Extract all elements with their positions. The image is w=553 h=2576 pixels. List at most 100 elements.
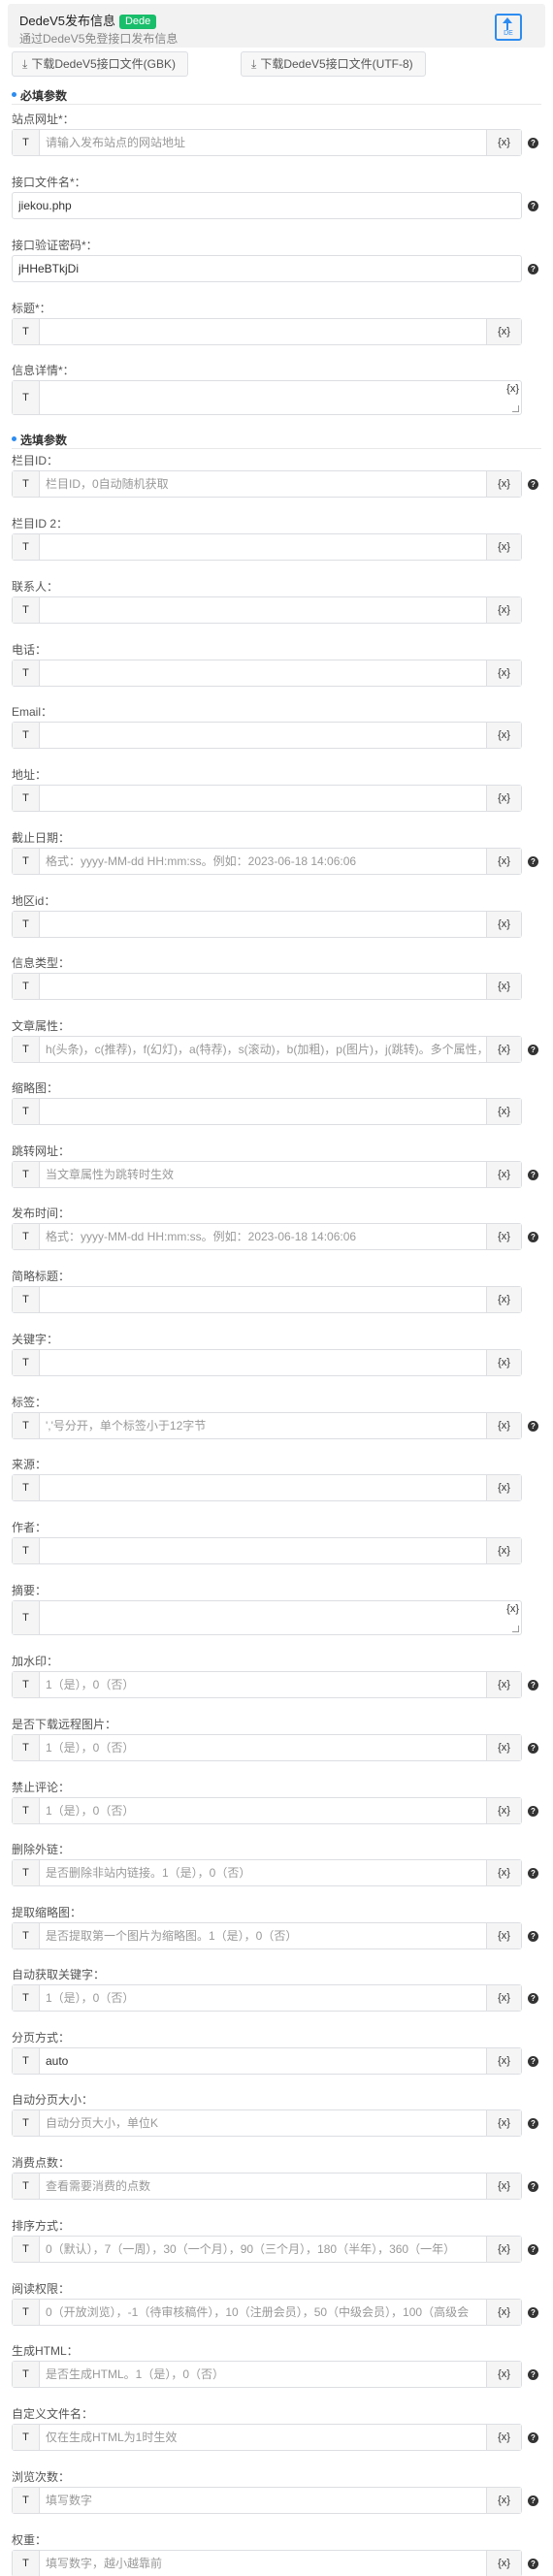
- variable-insert-button[interactable]: {x}: [506, 383, 519, 395]
- resize-handle-icon[interactable]: [512, 1626, 519, 1632]
- text-input[interactable]: T 1（是），0（否） {x}: [12, 1984, 522, 2012]
- textarea-input[interactable]: T {x}: [12, 1600, 522, 1635]
- help-icon[interactable]: ?: [528, 2369, 538, 2380]
- variable-insert-button[interactable]: {x}: [486, 1985, 521, 2011]
- help-icon[interactable]: ?: [528, 856, 538, 867]
- help-icon[interactable]: ?: [528, 201, 538, 211]
- text-input[interactable]: T {x}: [12, 1286, 522, 1313]
- text-input[interactable]: T 1（是），0（否） {x}: [12, 1797, 522, 1824]
- variable-insert-button[interactable]: {x}: [486, 1224, 521, 1249]
- variable-insert-button[interactable]: {x}: [486, 660, 521, 686]
- variable-insert-button[interactable]: {x}: [486, 1037, 521, 1062]
- text-input[interactable]: T {x}: [12, 1349, 522, 1376]
- variable-insert-button[interactable]: {x}: [486, 2300, 521, 2325]
- variable-insert-button[interactable]: {x}: [486, 2362, 521, 2387]
- help-icon[interactable]: ?: [528, 1045, 538, 1055]
- text-input[interactable]: T {x}: [12, 1537, 522, 1564]
- text-input[interactable]: jiekou.php: [12, 192, 522, 219]
- text-input[interactable]: T 1（是），0（否） {x}: [12, 1734, 522, 1761]
- help-icon[interactable]: ?: [528, 1868, 538, 1879]
- help-icon[interactable]: ?: [528, 479, 538, 490]
- variable-insert-button[interactable]: {x}: [486, 2174, 521, 2199]
- text-input[interactable]: T {x}: [12, 785, 522, 812]
- help-icon[interactable]: ?: [528, 1232, 538, 1242]
- text-input[interactable]: T 格式：yyyy-MM-dd HH:mm:ss。例如：2023-06-18 14…: [12, 848, 522, 875]
- text-input[interactable]: T 填写数字 {x}: [12, 2487, 522, 2514]
- help-icon[interactable]: ?: [528, 2432, 538, 2443]
- variable-insert-button[interactable]: {x}: [486, 1923, 521, 1948]
- download-utf8-button[interactable]: ⤓ 下载DedeV5接口文件(UTF-8): [241, 51, 426, 77]
- variable-insert-button[interactable]: {x}: [486, 2488, 521, 2513]
- text-input[interactable]: T 是否删除非站内链接。1（是），0（否） {x}: [12, 1859, 522, 1886]
- variable-insert-button[interactable]: {x}: [486, 1538, 521, 1563]
- help-icon[interactable]: ?: [528, 2244, 538, 2255]
- help-icon[interactable]: ?: [528, 2118, 538, 2129]
- variable-insert-button[interactable]: {x}: [486, 1798, 521, 1823]
- variable-insert-button[interactable]: {x}: [486, 2110, 521, 2136]
- variable-insert-button[interactable]: {x}: [486, 2425, 521, 2450]
- help-icon[interactable]: ?: [528, 2056, 538, 2067]
- help-icon[interactable]: ?: [528, 1170, 538, 1180]
- text-input[interactable]: T 栏目ID，0自动随机获取 {x}: [12, 470, 522, 498]
- help-icon[interactable]: ?: [528, 1743, 538, 1754]
- download-gbk-button[interactable]: ⤓ 下载DedeV5接口文件(GBK): [12, 51, 189, 77]
- text-input[interactable]: T 自动分页大小，单位K {x}: [12, 2109, 522, 2137]
- variable-insert-button[interactable]: {x}: [486, 2551, 521, 2576]
- text-input[interactable]: T {x}: [12, 722, 522, 749]
- help-icon[interactable]: ?: [528, 1931, 538, 1942]
- variable-insert-button[interactable]: {x}: [486, 1162, 521, 1187]
- text-input[interactable]: T ','号分开，单个标签小于12字节 {x}: [12, 1412, 522, 1439]
- help-icon[interactable]: ?: [528, 1421, 538, 1432]
- variable-insert-button[interactable]: {x}: [486, 1475, 521, 1500]
- help-icon[interactable]: ?: [528, 264, 538, 274]
- help-icon[interactable]: ?: [528, 138, 538, 148]
- variable-insert-button[interactable]: {x}: [486, 1413, 521, 1438]
- text-input[interactable]: T {x}: [12, 596, 522, 624]
- help-icon[interactable]: ?: [528, 1680, 538, 1690]
- variable-insert-button[interactable]: {x}: [486, 1860, 521, 1885]
- help-icon[interactable]: ?: [528, 1993, 538, 2004]
- help-icon[interactable]: ?: [528, 2307, 538, 2318]
- variable-insert-button[interactable]: {x}: [486, 2048, 521, 2074]
- text-input[interactable]: T 填写数字，越小越靠前 {x}: [12, 2550, 522, 2576]
- text-input[interactable]: T {x}: [12, 318, 522, 345]
- variable-insert-button[interactable]: {x}: [486, 1672, 521, 1697]
- variable-insert-button[interactable]: {x}: [486, 1735, 521, 1760]
- variable-insert-button[interactable]: {x}: [486, 912, 521, 937]
- textarea-input[interactable]: T {x}: [12, 380, 522, 415]
- text-input[interactable]: T 0（开放浏览），-1（待审核稿件），10（注册会员），50（中级会员），100…: [12, 2299, 522, 2326]
- variable-insert-button[interactable]: {x}: [486, 849, 521, 874]
- variable-insert-button[interactable]: {x}: [486, 1350, 521, 1375]
- variable-insert-button[interactable]: {x}: [486, 130, 521, 155]
- text-input[interactable]: T {x}: [12, 1474, 522, 1501]
- help-icon[interactable]: ?: [528, 2496, 538, 2506]
- text-input[interactable]: T {x}: [12, 973, 522, 1000]
- help-icon[interactable]: ?: [528, 1806, 538, 1817]
- resize-handle-icon[interactable]: [512, 405, 519, 412]
- text-input[interactable]: Th(头条)，c(推荐)，f(幻灯)，a(特荐)，s(滚动)，b(加粗)，p(图…: [12, 1036, 522, 1063]
- text-input[interactable]: T 1（是），0（否） {x}: [12, 1671, 522, 1698]
- help-icon[interactable]: ?: [528, 2559, 538, 2569]
- text-input[interactable]: T {x}: [12, 911, 522, 938]
- variable-insert-button[interactable]: {x}: [486, 319, 521, 344]
- variable-insert-button[interactable]: {x}: [486, 471, 521, 497]
- text-input[interactable]: T 仅在生成HTML为1时生效 {x}: [12, 2424, 522, 2451]
- variable-insert-button[interactable]: {x}: [486, 974, 521, 999]
- variable-insert-button[interactable]: {x}: [486, 1287, 521, 1312]
- text-input[interactable]: T 当文章属性为跳转时生效 {x}: [12, 1161, 522, 1188]
- text-input[interactable]: T {x}: [12, 533, 522, 561]
- text-input[interactable]: T 是否提取第一个图片为缩略图。1（是），0（否） {x}: [12, 1922, 522, 1949]
- text-input[interactable]: jHHeBTkjDi: [12, 255, 522, 282]
- variable-insert-button[interactable]: {x}: [486, 597, 521, 623]
- variable-insert-button[interactable]: {x}: [486, 2237, 521, 2262]
- help-icon[interactable]: ?: [528, 2181, 538, 2192]
- variable-insert-button[interactable]: {x}: [486, 786, 521, 811]
- text-input[interactable]: T 格式：yyyy-MM-dd HH:mm:ss。例如：2023-06-18 14…: [12, 1223, 522, 1250]
- variable-insert-button[interactable]: {x}: [486, 534, 521, 560]
- text-input[interactable]: T 请输入发布站点的网站地址 {x}: [12, 129, 522, 156]
- text-input[interactable]: T 是否生成HTML。1（是），0（否） {x}: [12, 2361, 522, 2388]
- text-input[interactable]: T {x}: [12, 1098, 522, 1125]
- variable-insert-button[interactable]: {x}: [506, 1603, 519, 1615]
- text-input[interactable]: T 查看需要消费的点数 {x}: [12, 2173, 522, 2200]
- text-input[interactable]: T {x}: [12, 660, 522, 687]
